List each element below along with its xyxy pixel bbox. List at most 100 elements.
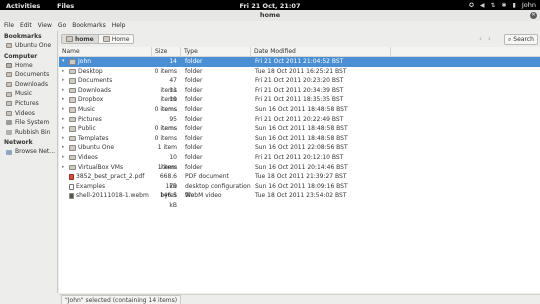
table-row[interactable]: ▸ Music 0 items folder Sun 16 Oct 2011 18:48… (59, 105, 540, 115)
menu-view[interactable]: View (38, 21, 52, 31)
expander-icon[interactable]: ▸ (62, 163, 67, 173)
table-row[interactable]: Examples 179 bytes desktop configuration f… (59, 182, 540, 199)
expander-icon[interactable]: ▸ (62, 86, 67, 96)
expander-icon[interactable]: ▾ (62, 57, 67, 67)
sidebar-item-pictures[interactable]: Pictures (0, 99, 57, 109)
file-type: folder (185, 105, 203, 113)
folder-icon (69, 116, 76, 123)
back-icon[interactable]: ‹ (479, 35, 482, 43)
search-label: Search (513, 36, 534, 43)
file-type: folder (185, 77, 203, 85)
file-name: shell-20111018-1.webm (76, 192, 149, 200)
file-type: folder (185, 58, 203, 65)
expander-icon[interactable]: ▸ (62, 67, 67, 77)
folder-icon (69, 107, 76, 113)
file-name-cell: ▸ Music (59, 105, 152, 115)
table-row[interactable]: ▸ Downloads 11 items folder Fri 21 Oct 2011 … (59, 86, 540, 104)
window-titlebar[interactable]: home ✕ (0, 10, 540, 21)
home-icon (66, 36, 73, 42)
statusbar: "John" selected (containing 14 items) (59, 294, 540, 304)
sidebar-item-home[interactable]: Home (0, 61, 57, 71)
folder-icon (69, 59, 76, 65)
sidebar-item-label: Browse Net... (15, 148, 56, 156)
menu-file[interactable]: File (4, 21, 14, 31)
menu-go[interactable]: Go (58, 21, 66, 31)
table-row[interactable]: ▸ Ubuntu One 1 item folder Sun 16 Oct 2011 2… (59, 143, 540, 153)
sidebar-item-file-system[interactable]: File System (0, 118, 57, 128)
breadcrumb-home[interactable]: home (62, 35, 98, 43)
file-name-cell: 3852_best_pract_2.pdf (59, 172, 152, 182)
expander-icon[interactable]: ▸ (62, 105, 67, 115)
table-row[interactable]: ▸ Documents 47 items folder Fri 21 Oct 2011 … (59, 76, 540, 94)
file-name: John (78, 58, 92, 65)
close-button[interactable]: ✕ (530, 12, 537, 19)
clock[interactable]: Fri 21 Oct, 21:07 (0, 2, 540, 10)
file-size: 668.6 kB (159, 173, 177, 190)
file-rows: ▾ John 14 items folder Fri 21 Oct 2011 21:04… (59, 57, 540, 209)
accessibility-icon[interactable]: ✪ (469, 2, 474, 9)
table-row[interactable]: ▸ VirtualBox VMs 1 item folder Sun 16 Oct 20… (59, 163, 540, 173)
file-date-modified: Sun 16 Oct 2011 18:09:16 BST (255, 182, 348, 190)
file-type: folder (185, 96, 203, 104)
folder-icon (69, 154, 76, 161)
column-name[interactable]: Name (59, 47, 152, 56)
column-size[interactable]: Size (152, 47, 181, 56)
expander-icon[interactable]: ▸ (62, 124, 67, 134)
breadcrumb-label: Home (111, 35, 130, 43)
expander-icon[interactable]: ▸ (62, 76, 67, 86)
expander-icon[interactable]: ▸ (62, 115, 67, 125)
table-row[interactable]: ▸ Desktop 0 items folder Tue 18 Oct 2011 16:… (59, 67, 540, 77)
menu-help[interactable]: Help (112, 21, 126, 31)
table-row[interactable]: ▾ John 14 items folder Fri 21 Oct 2011 21:04… (59, 57, 540, 75)
file-date-modified: Fri 21 Oct 2011 21:04:52 BST (255, 58, 344, 65)
menu-edit[interactable]: Edit (20, 21, 32, 31)
user-menu[interactable]: John (522, 1, 536, 9)
search-button[interactable]: ⌕ Search (504, 34, 538, 45)
sidebar-item-documents[interactable]: Documents (0, 70, 57, 80)
folder-icon (69, 135, 76, 142)
table-row[interactable]: ▸ Videos 10 items folder Fri 21 Oct 2011 20:… (59, 153, 540, 171)
file-date-modified: Tue 18 Oct 2011 23:54:02 BST (255, 192, 347, 200)
column-date-modified[interactable]: Date Modified (251, 47, 391, 56)
expander-icon[interactable]: ▸ (62, 134, 67, 144)
expander-icon[interactable]: ▸ (62, 95, 67, 105)
file-size: 95 items (160, 115, 177, 133)
sidebar-item-rubbish-bin[interactable]: Rubbish Bin (0, 128, 57, 138)
table-row[interactable]: 3852_best_pract_2.pdf 668.6 kB PDF documen… (59, 172, 540, 190)
sidebar-item-label: Documents (15, 71, 50, 79)
bluetooth-icon[interactable]: ✱ (502, 2, 507, 9)
sidebar-item-label: Downloads (15, 80, 48, 88)
sidebar-item-browse-network[interactable]: Browse Net... (0, 147, 57, 157)
doc-icon (69, 183, 74, 190)
file-size: 14 items (160, 58, 177, 75)
table-row[interactable]: ▸ Dropbox 19 items folder Fri 21 Oct 2011 18… (59, 95, 540, 113)
file-date-modified: Sun 16 Oct 2011 18:48:58 BST (255, 125, 348, 133)
table-row[interactable]: ▸ Templates 0 items folder Sun 16 Oct 2011 1… (59, 134, 540, 144)
file-name-cell: ▸ Dropbox (59, 95, 152, 105)
sidebar-item-downloads[interactable]: Downloads (0, 80, 57, 90)
network-icon[interactable]: ⇅ (490, 2, 495, 9)
battery-icon[interactable]: ▮ (513, 2, 516, 9)
expander-icon[interactable]: ▸ (62, 153, 67, 163)
file-name: VirtualBox VMs (78, 163, 124, 171)
expander-icon[interactable]: ▸ (62, 143, 67, 153)
menu-bookmarks[interactable]: Bookmarks (72, 21, 106, 31)
table-row[interactable]: shell-20111018-1.webm 146.5 kB WebM video T… (59, 191, 540, 209)
file-size: 0 items (154, 105, 177, 113)
table-row[interactable]: ▸ Pictures 95 items folder Fri 21 Oct 2011 2… (59, 115, 540, 133)
sidebar-item-ubuntu-one[interactable]: Ubuntu One (0, 41, 57, 51)
folder-icon (69, 164, 76, 171)
sidebar-item-music[interactable]: Music (0, 89, 57, 99)
table-row[interactable]: ▸ Public 0 items folder Sun 16 Oct 2011 18:4… (59, 124, 540, 134)
file-list[interactable]: Name Size Type Date Modified ▾ John 14 ite… (59, 47, 540, 293)
sidebar-item-videos[interactable]: Videos (0, 109, 57, 119)
file-name: Dropbox (78, 96, 104, 104)
file-name: Pictures (78, 115, 102, 123)
breadcrumb-folder[interactable]: Home (97, 35, 134, 43)
forward-icon[interactable]: › (488, 35, 491, 43)
column-type[interactable]: Type (181, 47, 251, 56)
folder-icon (6, 110, 12, 116)
volume-icon[interactable]: ◀ (480, 2, 485, 9)
folder-icon (6, 91, 12, 97)
file-size: 0 items (154, 67, 177, 75)
